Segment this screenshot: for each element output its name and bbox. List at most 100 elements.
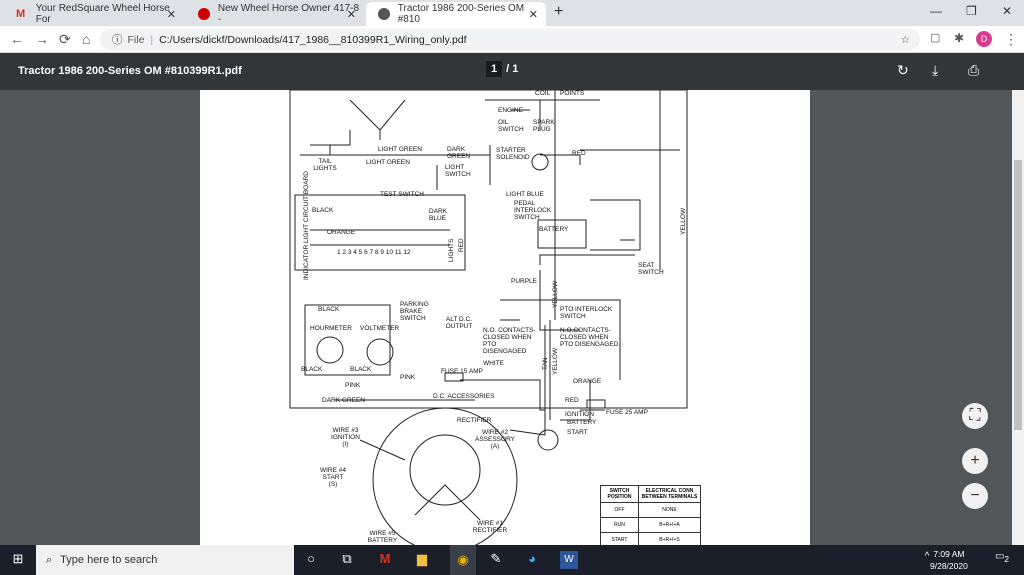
windows-start-icon[interactable]: ⊞ (9, 551, 27, 569)
label: WIRE #2 ASSESSORY (A) (475, 429, 515, 450)
label: WIRE #1 RECTIFIER (472, 520, 508, 534)
download-icon[interactable]: ⤓ (932, 62, 938, 79)
page-indicator: 1/ 1 (486, 61, 518, 77)
paint-icon[interactable]: ✎ (487, 551, 505, 569)
label: N.O.CONTACTS- CLOSED WHEN PTO DISENGAGED (560, 327, 619, 348)
label: FUSE 25 AMP (606, 409, 648, 416)
switch-table-header: ELECTRICAL CONN BETWEEN TERMINALS (638, 485, 701, 503)
new-tab-button[interactable]: + (554, 3, 563, 21)
label: BLACK (318, 306, 340, 313)
label: ALT D.C. OUTPUT (445, 316, 473, 330)
page-separator: / (506, 63, 510, 75)
maximize-button[interactable]: ❐ (966, 4, 977, 18)
tab-title: Your RedSquare Wheel Horse For (35, 3, 170, 25)
switch-table-cell: RUN (600, 517, 639, 533)
tab-redsquare[interactable]: New Wheel Horse Owner 417-8 - ✕ (186, 2, 364, 26)
url-scheme: File (127, 33, 145, 46)
close-tab-icon[interactable]: ✕ (167, 8, 176, 21)
label: ORANGE (327, 229, 356, 236)
date: 9/28/2020 (930, 561, 968, 571)
switch-table-cell: B+R+I+A (638, 517, 701, 533)
notification-count: 2 (1004, 554, 1010, 564)
label: RED (572, 150, 586, 157)
search-icon: ⌕ (46, 553, 53, 566)
label: ENGINE (498, 107, 523, 114)
label: PURPLE (511, 278, 538, 285)
label: IGNITION (565, 411, 594, 418)
file-explorer-icon[interactable]: ▆ (413, 551, 431, 569)
clock[interactable]: 7:09 AM 9/28/2020 (930, 548, 968, 572)
print-icon[interactable]: ⎙ (968, 62, 979, 79)
info-icon: ⓘ (112, 34, 123, 46)
tab-title: Tractor 1986 200-Series OM #810 (397, 3, 525, 25)
label: 1 2 3 4 5 6 7 8 9 10 11 12 (337, 249, 411, 256)
label: D.C. ACCESSORIES (433, 393, 495, 400)
switch-table-cell: B+R+I+S (638, 532, 701, 545)
pdf-page-wiring-diagram: COIL POINTS ENGINE OIL SWITCH SPARK PLUG… (200, 90, 810, 545)
label: ORANGE (573, 378, 602, 385)
forward-icon[interactable]: → (35, 31, 49, 47)
label: YELLOW (680, 207, 687, 235)
label: PTO INTERLOCK SWITCH (560, 306, 613, 320)
task-view-icon[interactable]: ⧉ (338, 551, 356, 569)
label: BLACK (312, 207, 334, 214)
cortana-icon[interactable]: ○ (302, 551, 320, 569)
address-bar-row: ← → ⟳ ⌂ ⓘ File | C:/Users/dickf/Download… (0, 26, 1024, 53)
label: DARK GREEN (447, 146, 471, 160)
chrome-icon[interactable]: ◉ (450, 545, 476, 575)
bookmark-star-icon[interactable]: ☆ (901, 34, 910, 46)
reload-icon[interactable]: ⟳ (59, 31, 71, 48)
switch-table-cell: START (600, 532, 639, 545)
close-window-button[interactable]: ✕ (1002, 4, 1012, 18)
rotate-icon[interactable]: ↻ (897, 62, 909, 79)
label: POINTS (560, 90, 585, 97)
home-icon[interactable]: ⌂ (82, 31, 90, 47)
word-icon[interactable]: W (560, 551, 578, 569)
url-input[interactable]: ⓘ File | C:/Users/dickf/Downloads/417_19… (100, 29, 920, 50)
scrollbar-thumb[interactable] (1014, 160, 1022, 430)
tab-strip: M Your RedSquare Wheel Horse For ✕ New W… (0, 0, 1024, 26)
label: WIRE #5 BATTERY (367, 530, 398, 544)
scrollbar[interactable] (1012, 90, 1024, 545)
label: HOURMETER (310, 325, 352, 332)
tab-gmail[interactable]: M Your RedSquare Wheel Horse For ✕ (4, 2, 184, 26)
tab-pdf[interactable]: Tractor 1986 200-Series OM #810 ✕ (366, 2, 546, 26)
label: LIGHT BLUE (506, 191, 544, 198)
label: RED (458, 238, 465, 252)
label: SPARK PLUG (533, 119, 555, 133)
back-icon[interactable]: ← (10, 31, 24, 47)
profile-avatar[interactable]: D (976, 31, 992, 47)
label: DARK BLUE (429, 208, 448, 222)
notifications-icon[interactable]: ▭2 (993, 551, 1011, 569)
switch-table-cell: NONE (638, 502, 701, 518)
globe-icon (378, 8, 390, 20)
switch-table: SWITCH POSITION ELECTRICAL CONN BETWEEN T… (600, 485, 701, 545)
extensions-puzzle-icon[interactable]: ✱ (954, 31, 964, 45)
gmail-app-icon[interactable]: M (376, 551, 394, 569)
label: BLACK (350, 366, 372, 373)
label: PEDAL INTERLOCK SWITCH (514, 200, 552, 221)
fit-page-button[interactable]: ⛶ (962, 403, 988, 429)
extension-icon[interactable]: ▢ (930, 31, 940, 44)
label: TAIL LIGHTS (313, 158, 337, 172)
label: N.O. CONTACTS- CLOSED WHEN PTO DISENGAGE… (483, 327, 536, 355)
page-number-input[interactable]: 1 (486, 61, 503, 77)
label: YELLOW (552, 280, 559, 308)
zoom-in-button[interactable]: + (962, 448, 988, 474)
edge-icon[interactable]: ◕ (523, 551, 541, 569)
menu-icon[interactable]: ⋮ (1004, 31, 1018, 48)
close-tab-icon[interactable]: ✕ (529, 8, 538, 21)
tab-title: New Wheel Horse Owner 417-8 - (217, 3, 360, 25)
label: LIGHTS (448, 238, 455, 262)
zoom-out-button[interactable]: − (962, 483, 988, 509)
label: COIL (535, 90, 551, 97)
close-tab-icon[interactable]: ✕ (347, 8, 356, 21)
label: WIRE #4 START (S) (319, 467, 346, 488)
taskbar-search[interactable]: ⌕ Type here to search (36, 545, 294, 575)
label: START (567, 429, 588, 436)
switch-table-cell: OFF (600, 502, 639, 518)
minimize-button[interactable]: — (930, 4, 942, 18)
label: WIRE #3 IGNITION (I) (331, 427, 360, 448)
gmail-icon: M (16, 8, 26, 20)
label: LIGHT GREEN (378, 146, 422, 153)
